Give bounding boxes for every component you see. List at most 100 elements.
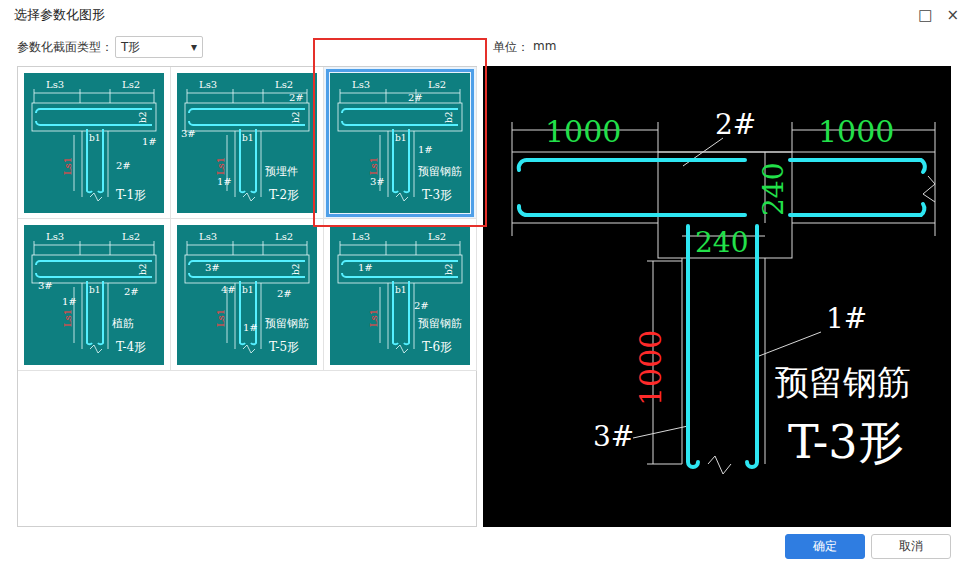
dialog: 选择参数化图形□×参数化截面类型：T形▾单位：mmLs3Ls2b2b1Ls11#… [0, 0, 973, 568]
dim-label: b1 [395, 133, 407, 143]
dialog-title: 选择参数化图形 [14, 6, 105, 24]
title-bar: 选择参数化图形□× [0, 0, 973, 30]
rebar-mark: 2# [277, 288, 292, 299]
dim-label: b2 [291, 111, 301, 123]
dim-label: b1 [242, 133, 254, 143]
rebar-mark: 2# [124, 286, 139, 297]
dim-text: 1000 [545, 114, 621, 149]
dim-label: Ls1 [215, 156, 226, 174]
rebar-mark: 3# [205, 262, 220, 273]
thumbnail-cell[interactable]: Ls3 Ls2 b2 b1 Ls1 3# 2# 1# 预埋件 T-2形 [171, 67, 324, 219]
section-thumbnail[interactable]: Ls3 Ls2 b2 b1 Ls1 3# 1# 2# 植筋 T-4形 [24, 225, 164, 365]
window-controls: □× [918, 8, 959, 23]
dim-label: Ls1 [215, 308, 226, 326]
dim-label: Ls1 [62, 156, 73, 174]
section-thumbnail[interactable]: Ls3 Ls2 b2 b1 Ls1 3# 2# 1# 预埋件 T-2形 [177, 73, 317, 213]
rebar-mark: 1# [358, 262, 373, 273]
close-icon[interactable]: × [946, 8, 959, 23]
dim-label: Ls3 [352, 231, 370, 242]
thumbnail-note: 植筋 [112, 317, 134, 330]
section-type-label: 参数化截面类型： [17, 39, 113, 56]
dim-label: Ls2 [275, 79, 293, 90]
section-thumbnail[interactable]: Ls3 Ls2 b2 b1 Ls1 1# 2# T-1形 [24, 73, 164, 213]
dim-label: b2 [444, 111, 454, 123]
dim-label: Ls2 [428, 79, 446, 90]
thumbnail-name: T-3形 [422, 188, 452, 202]
thumbnail-cell[interactable]: Ls3 Ls2 b2 b1 Ls1 3#4# 2# 1# 预留钢筋 T-5形 [171, 219, 324, 371]
dim-text: 1000 [818, 114, 894, 149]
dim-label: b2 [291, 263, 301, 275]
rebar-mark: 3# [38, 280, 53, 291]
preview-note: 预留钢筋 [775, 362, 911, 402]
dim-label: b2 [138, 263, 148, 275]
dim-label: b1 [89, 133, 101, 143]
thumbnail-name: T-2形 [269, 188, 299, 202]
section-preview: 1000100024024010002#1#3#预留钢筋T-3形 [483, 66, 951, 527]
section-type-row: 参数化截面类型：T形▾ [17, 36, 477, 58]
rebar-mark: 2# [408, 92, 423, 103]
section-type-select[interactable]: T形▾ [115, 36, 203, 58]
thumbnail-note: 预埋件 [265, 165, 298, 178]
footer: 确定取消 [0, 527, 973, 559]
rebar-mark: 1# [418, 144, 433, 155]
rebar-mark: 3# [370, 176, 385, 187]
dim-label: Ls3 [46, 79, 64, 90]
dim-text: 1000 [633, 330, 668, 406]
dim-label: Ls2 [122, 79, 140, 90]
unit-value: mm [533, 39, 556, 56]
thumbnail-name: T-5形 [269, 340, 299, 354]
thumbnail-cell[interactable]: Ls3 Ls2 b2 b1 Ls1 3# 1# 2# 植筋 T-4形 [18, 219, 171, 371]
dim-text: 240 [757, 163, 790, 216]
rebar-mark: 4# [221, 284, 236, 295]
rebar-mark: 1# [62, 296, 77, 307]
ok-button[interactable]: 确定 [785, 534, 865, 559]
highlight-box [313, 38, 487, 227]
maximize-icon[interactable]: □ [918, 8, 932, 23]
dim-text: 240 [695, 226, 748, 259]
rebar-mark: 2# [289, 92, 304, 103]
dim-label: Ls3 [199, 231, 217, 242]
cancel-button[interactable]: 取消 [871, 534, 951, 559]
dim-label: b2 [444, 263, 454, 275]
dim-label: Ls2 [275, 231, 293, 242]
dim-label: b1 [89, 285, 101, 295]
section-thumbnail[interactable]: Ls3 Ls2 b2 b1 Ls1 2# 1# 3# 预留钢筋 T-3形 [330, 73, 470, 213]
dim-label: b2 [138, 111, 148, 123]
rebar-mark: 1# [217, 176, 232, 187]
rebar-mark: 2# [116, 160, 131, 171]
dim-label: Ls3 [352, 79, 370, 90]
thumbnail-note: 预留钢筋 [418, 165, 462, 178]
rebar-mark: 3# [593, 420, 634, 453]
main-area: Ls3Ls2b2b1Ls11#2#T-1形Ls3Ls2b2b1Ls13#2#1#… [0, 66, 973, 527]
chevron-down-icon: ▾ [191, 40, 197, 54]
thumbnail-name: T-4形 [116, 340, 146, 354]
rebar-mark: 1# [243, 322, 258, 333]
dim-label: Ls2 [122, 231, 140, 242]
thumbnail-name: T-1形 [116, 188, 146, 202]
thumbnail-note: 预留钢筋 [418, 317, 462, 330]
section-thumbnail[interactable]: Ls3 Ls2 b2 b1 Ls1 3#4# 2# 1# 预留钢筋 T-5形 [177, 225, 317, 365]
preview-name: T-3形 [788, 415, 904, 469]
dim-label: Ls2 [428, 231, 446, 242]
thumbnail-gallery: Ls3Ls2b2b1Ls11#2#T-1形Ls3Ls2b2b1Ls13#2#1#… [17, 66, 477, 527]
unit-label: 单位： [493, 39, 529, 56]
thumbnail-note: 预留钢筋 [265, 317, 309, 330]
dim-label: b1 [242, 285, 254, 295]
thumbnail-cell[interactable]: Ls3 Ls2 b2 b1 Ls1 1# 2# 预留钢筋 T-6形 [324, 219, 477, 371]
rebar-mark: 2# [414, 300, 429, 311]
thumbnail-cell[interactable]: Ls3 Ls2 b2 b1 Ls1 1# 2# T-1形 [18, 67, 171, 219]
thumbnail-name: T-6形 [422, 340, 452, 354]
thumbnail-cell[interactable]: Ls3 Ls2 b2 b1 Ls1 2# 1# 3# 预留钢筋 T-3形 [324, 67, 477, 219]
dim-label: Ls3 [46, 231, 64, 242]
dim-label: Ls3 [199, 79, 217, 90]
dim-label: b1 [395, 285, 407, 295]
unit-row: 单位：mm [483, 39, 951, 56]
dim-label: Ls1 [368, 308, 379, 326]
rebar-mark: 1# [826, 302, 867, 335]
section-thumbnail[interactable]: Ls3 Ls2 b2 b1 Ls1 1# 2# 预留钢筋 T-6形 [330, 225, 470, 365]
toolbar: 参数化截面类型：T形▾ 单位：mm [0, 30, 973, 64]
dim-label: Ls1 [368, 156, 379, 174]
rebar-mark: 3# [181, 128, 196, 139]
rebar-mark: 1# [142, 136, 157, 147]
dim-label: Ls1 [62, 308, 73, 326]
